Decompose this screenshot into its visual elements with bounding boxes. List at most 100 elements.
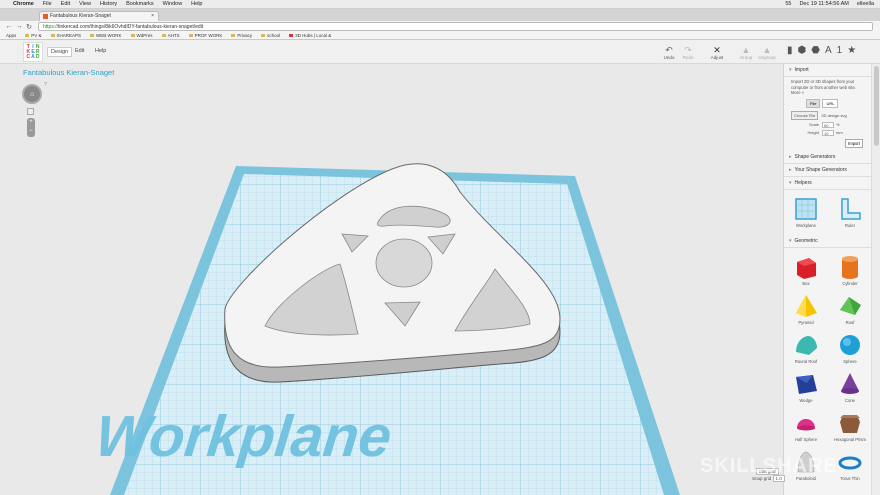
- import-button[interactable]: Import: [845, 138, 863, 148]
- zoom-out-button[interactable]: −: [27, 127, 35, 136]
- folder-icon: [188, 34, 193, 37]
- bookmark-folder[interactable]: SHAREAPS: [50, 33, 81, 38]
- bookmark-folder[interactable]: PROF WORK: [188, 33, 222, 38]
- wedge-shape[interactable]: Wedge: [784, 369, 828, 406]
- group-icon: ▲: [741, 45, 751, 55]
- shape-label: Cone: [844, 397, 855, 403]
- tinkercad-logo[interactable]: T I N K E R C A D: [23, 42, 43, 62]
- bookmark-folder[interactable]: WEB WORK: [90, 33, 122, 38]
- browser-tab[interactable]: Fantabulous Kieran-Snaget ×: [39, 11, 159, 21]
- geometric-grid: Box Cylinder Pyramid Roof Round Roof Sph…: [784, 248, 871, 488]
- tab-title: Fantabulous Kieran-Snaget: [50, 13, 111, 19]
- import-desc-line: Import 2D or 3D shapes from your: [791, 79, 855, 84]
- tab-close-icon[interactable]: ×: [151, 13, 154, 19]
- menu-edit-app[interactable]: Edit: [75, 48, 84, 54]
- user-name[interactable]: elleella: [857, 1, 874, 7]
- fit-view-button[interactable]: [27, 108, 34, 115]
- bookmark-folder[interactable]: AHTS: [161, 33, 180, 38]
- round-roof-shape[interactable]: Round Roof: [784, 330, 828, 367]
- address-bar[interactable]: https://tinkercad.com/things/8ik6OvhdIDY…: [38, 22, 873, 31]
- menu-file[interactable]: File: [43, 1, 52, 7]
- import-file-tab[interactable]: File: [806, 98, 821, 108]
- ungroup-icon: ▲: [762, 45, 772, 55]
- scale-input[interactable]: 50: [822, 121, 834, 128]
- hexagonal-prism-shape[interactable]: Hexagonal Prism: [828, 408, 871, 445]
- design-title[interactable]: Fantabulous Kieran-Snaget: [23, 68, 114, 77]
- workplane-icon: [795, 197, 817, 220]
- tab-favicon: [43, 14, 48, 19]
- redo-label: Redo: [682, 55, 694, 60]
- import-url-tab[interactable]: URL: [822, 98, 839, 108]
- scrollbar-thumb[interactable]: [874, 66, 879, 146]
- redo-button[interactable]: ↷ Redo: [678, 45, 698, 60]
- section-label: Geometric: [794, 237, 818, 244]
- adjust-button[interactable]: ✕ Adjust: [707, 45, 727, 60]
- menu-bookmarks[interactable]: Bookmarks: [126, 1, 154, 7]
- cone-shape[interactable]: Cone: [828, 369, 871, 406]
- bookmark-folder[interactable]: PV &: [25, 33, 42, 38]
- url-scheme: https://: [43, 24, 59, 30]
- app-menu[interactable]: Chrome: [13, 1, 34, 7]
- group-button[interactable]: ▲ Group: [736, 45, 756, 60]
- menu-window[interactable]: Window: [163, 1, 183, 7]
- geometric-header[interactable]: ▾ Geometric: [784, 235, 871, 248]
- text-icon[interactable]: A: [825, 45, 832, 56]
- star-icon[interactable]: ★: [847, 45, 856, 56]
- clock[interactable]: Dec 19 11:54:56 AM: [799, 1, 848, 7]
- more-link[interactable]: More »: [791, 90, 864, 96]
- workplane-helper[interactable]: Workplane: [784, 194, 828, 231]
- import-description: Import 2D or 3D shapes from your compute…: [784, 77, 871, 98]
- menu-edit[interactable]: Edit: [61, 1, 70, 7]
- height-input[interactable]: 10: [822, 129, 834, 136]
- half-sphere-shape[interactable]: Half Sphere: [784, 408, 828, 445]
- undo-button[interactable]: ↶ Undo: [659, 45, 679, 60]
- reload-icon[interactable]: ↻: [24, 23, 34, 31]
- shape-label: Hexagonal Prism: [834, 436, 866, 442]
- shape-label: Wedge: [799, 397, 813, 403]
- import-heading: Import: [794, 67, 809, 73]
- bookmark-folder[interactable]: Privacy: [231, 33, 252, 38]
- menu-design[interactable]: Design: [47, 47, 73, 57]
- zoom-in-button[interactable]: +: [27, 118, 35, 127]
- menu-view[interactable]: View: [79, 1, 91, 7]
- import-section-header[interactable]: ▾ Import: [784, 64, 871, 77]
- shape-label: Workplane: [796, 222, 816, 228]
- bookmark-link[interactable]: 3D Hubs | Local &: [289, 33, 331, 38]
- box-shape[interactable]: Box: [784, 252, 828, 289]
- ruler-icon: [841, 197, 861, 220]
- zoom-control[interactable]: + −: [27, 118, 35, 137]
- wedge-icon: [796, 374, 817, 394]
- section-label: Helpers: [794, 179, 812, 186]
- choose-file-button[interactable]: Choose File: [791, 110, 819, 120]
- sphere-shape[interactable]: Sphere: [828, 330, 871, 367]
- ungroup-button[interactable]: ▲ Ungroup: [757, 45, 777, 60]
- bookmark-folder[interactable]: WdPres: [130, 33, 153, 38]
- bookmarks-bar: Apps PV & SHAREAPS WEB WORK WdPres AHTS …: [0, 32, 880, 40]
- help-icon[interactable]: ?: [44, 82, 47, 88]
- shape-generators-header[interactable]: ▸ Shape Generators: [784, 151, 871, 164]
- helpers-header[interactable]: ▾ Helpers: [784, 177, 871, 190]
- number-icon[interactable]: 1: [837, 45, 843, 56]
- pyramid-shape[interactable]: Pyramid: [784, 291, 828, 328]
- menu-help-app[interactable]: Help: [95, 48, 106, 54]
- ungroup-label: Ungroup: [758, 55, 776, 60]
- panel-scrollbar[interactable]: [871, 64, 880, 495]
- back-icon[interactable]: ←: [4, 23, 14, 30]
- bookmark-folder[interactable]: school: [261, 33, 280, 38]
- roof-shape[interactable]: Roof: [828, 291, 871, 328]
- cube-icon[interactable]: ⬢: [798, 45, 807, 56]
- your-shape-generators-header[interactable]: ▸ Your Shape Generators: [784, 164, 871, 177]
- bookmark-apps[interactable]: Apps: [6, 33, 16, 38]
- home-view-icon[interactable]: ⌂: [30, 91, 34, 98]
- shapes-icon[interactable]: ⬣: [811, 45, 820, 56]
- status-item[interactable]: 55: [785, 1, 791, 7]
- forward-icon[interactable]: →: [14, 23, 24, 30]
- import-panel-icon[interactable]: ▮: [787, 45, 793, 56]
- ruler-helper[interactable]: Ruler: [828, 194, 871, 231]
- shapes-panel: ▾ Import Import 2D or 3D shapes from your…: [783, 64, 871, 495]
- menu-history[interactable]: History: [100, 1, 117, 7]
- 3d-viewport[interactable]: Workplane: [0, 64, 783, 495]
- menu-help[interactable]: Help: [191, 1, 202, 7]
- view-navigator[interactable]: ⌂: [22, 84, 42, 104]
- cylinder-shape[interactable]: Cylinder: [828, 252, 871, 289]
